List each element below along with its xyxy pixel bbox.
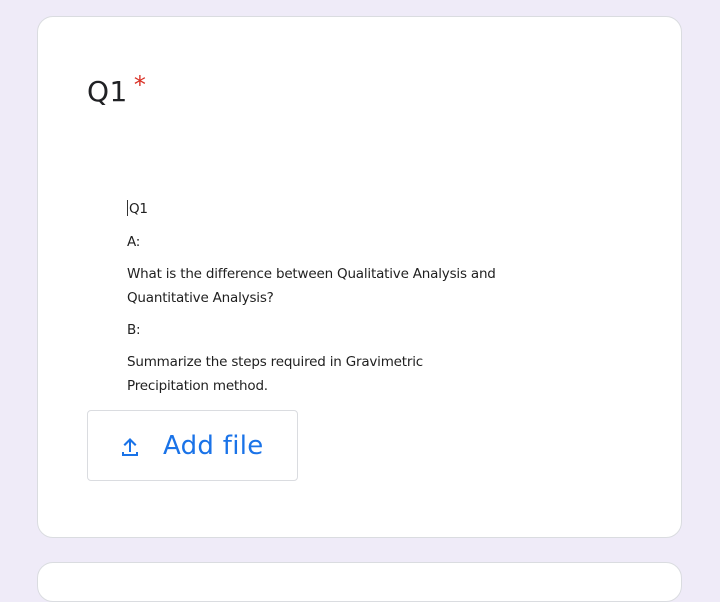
add-file-label: Add file (163, 431, 264, 461)
question-card: Q1 * Q1 A: What is the difference between… (37, 16, 682, 538)
image-question-b-line2: Precipitation method. (127, 378, 268, 394)
image-header-line: Q1 (127, 197, 148, 221)
image-question-a-line2: Quantitative Analysis? (127, 290, 274, 306)
question-title-text: Q1 (87, 75, 128, 108)
next-question-card (37, 562, 682, 602)
text-cursor-icon (127, 200, 128, 216)
upload-icon (122, 438, 138, 456)
image-question-a-line1: What is the difference between Qualitati… (127, 266, 496, 282)
image-header-text: Q1 (129, 201, 148, 217)
question-image: Q1 A: What is the difference between Qua… (124, 197, 584, 412)
question-title: Q1 * (87, 71, 147, 113)
required-marker: * (133, 71, 147, 99)
image-label-b: B: (127, 322, 141, 338)
image-label-a: A: (127, 234, 141, 250)
add-file-button[interactable]: Add file (87, 410, 298, 481)
image-question-b-line1: Summarize the steps required in Gravimet… (127, 354, 424, 370)
